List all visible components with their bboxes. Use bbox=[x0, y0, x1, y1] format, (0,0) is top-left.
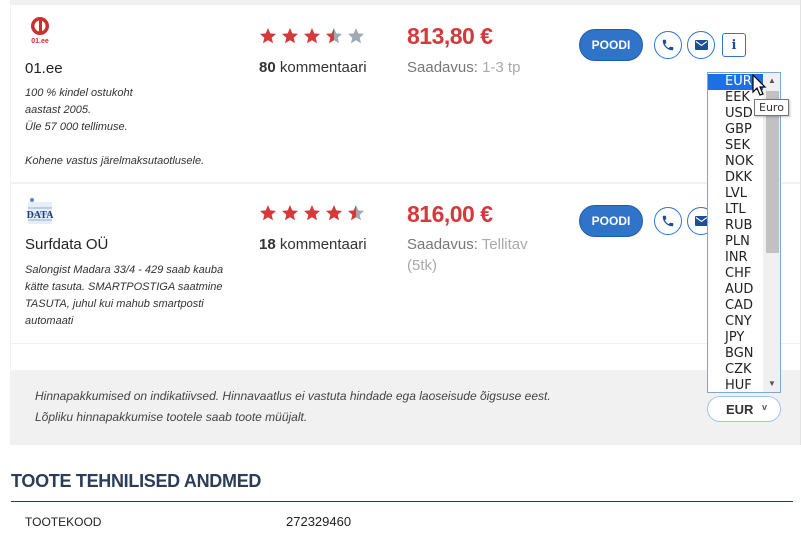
email-button[interactable] bbox=[687, 31, 715, 59]
price: 813,80 € bbox=[407, 23, 493, 49]
comment-count: 18 bbox=[259, 236, 276, 253]
currency-dropdown-list[interactable]: EUR EEK USD GBP SEK NOK DKK LVL LTL RUB PLN INR CHF A… bbox=[707, 72, 781, 393]
currency-option[interactable]: INR bbox=[708, 250, 763, 266]
comments-link[interactable]: 80 kommentaari bbox=[259, 59, 367, 76]
shop-description-line: TASUTA, juhul kui mahub smartposti bbox=[25, 298, 204, 310]
info-button[interactable]: i bbox=[722, 33, 746, 57]
currency-option[interactable]: SEK bbox=[708, 138, 763, 154]
shop-logo-surfdata[interactable]: DATA bbox=[25, 196, 55, 226]
spec-key: TOOTEKOOD bbox=[25, 515, 102, 529]
shop-logo-text: DATA bbox=[27, 210, 55, 221]
star-icon bbox=[260, 205, 276, 221]
currency-option[interactable]: BGN bbox=[708, 346, 763, 362]
shop-description-line: kätte tasuta. SMARTPOSTIGA saatmine bbox=[25, 281, 223, 293]
buy-button[interactable]: POODI bbox=[579, 29, 643, 61]
currency-option[interactable]: GBP bbox=[708, 122, 763, 138]
currency-option[interactable]: LTL bbox=[708, 202, 763, 218]
currency-option[interactable]: AUD bbox=[708, 282, 763, 298]
star-icon bbox=[326, 205, 342, 221]
envelope-icon bbox=[694, 216, 708, 226]
offer-row: 01.ee 01.ee 100 % kindel ostukoht aastas… bbox=[11, 5, 800, 182]
star-icon bbox=[348, 205, 364, 221]
info-icon: i bbox=[731, 37, 737, 53]
envelope-icon bbox=[694, 40, 708, 50]
section-title: TOOTE TEHNILISED ANDMED bbox=[11, 471, 262, 491]
buy-button[interactable]: POODI bbox=[579, 205, 643, 237]
currency-option[interactable]: CZK bbox=[708, 362, 763, 378]
availability-value: 1-3 tp bbox=[482, 59, 521, 76]
rating-stars bbox=[259, 27, 365, 45]
currency-tooltip: Euro bbox=[754, 99, 789, 116]
availability: Saadavus: Tellitav (5tk) bbox=[407, 234, 547, 276]
rating-stars bbox=[259, 204, 365, 222]
star-icon bbox=[282, 28, 298, 44]
chevron-down-icon: v bbox=[761, 402, 767, 412]
shop-description-line: Üle 57 000 tellimuse. bbox=[25, 121, 128, 133]
shop-description-line: 100 % kindel ostukoht bbox=[25, 87, 133, 99]
currency-option[interactable]: CNY bbox=[708, 314, 763, 330]
mouse-cursor-icon bbox=[752, 74, 767, 96]
phone-icon bbox=[662, 215, 674, 227]
shop-description-line bbox=[25, 136, 235, 153]
currency-option[interactable]: RUB bbox=[708, 218, 763, 234]
offers-panel: 01.ee 01.ee 100 % kindel ostukoht aastas… bbox=[10, 0, 801, 445]
section-divider bbox=[11, 501, 793, 502]
star-icon bbox=[282, 205, 298, 221]
currency-options: EUR EEK USD GBP SEK NOK DKK LVL LTL RUB PLN INR CHF A… bbox=[708, 74, 763, 392]
shop-description: Salongist Madara 33/4 - 429 saab kauba k… bbox=[25, 262, 235, 330]
currency-option[interactable]: HUF bbox=[708, 378, 763, 392]
shop-description-line: automaati bbox=[25, 315, 74, 327]
phone-button[interactable] bbox=[654, 31, 682, 59]
star-icon bbox=[348, 28, 364, 44]
comments-label: kommentaari bbox=[279, 236, 367, 253]
offer-list-spacer bbox=[11, 344, 800, 370]
currency-option[interactable]: JPY bbox=[708, 330, 763, 346]
currency-option[interactable]: NOK bbox=[708, 154, 763, 170]
shop-logo-01ee[interactable]: 01.ee bbox=[25, 15, 55, 45]
star-icon bbox=[326, 28, 342, 44]
price: 816,00 € bbox=[407, 201, 493, 227]
phone-icon bbox=[662, 39, 674, 51]
price-disclaimer: Hinnapakkumised on indikatiivsed. Hinnav… bbox=[35, 386, 695, 428]
shop-description-line: Salongist Madara 33/4 - 429 saab kauba bbox=[25, 264, 224, 276]
currency-select[interactable]: EUR v bbox=[707, 396, 781, 422]
star-icon bbox=[304, 28, 320, 44]
offer-row: DATA Surfdata OÜ Salongist Madara 33/4 -… bbox=[11, 184, 800, 343]
currency-option[interactable]: DKK bbox=[708, 170, 763, 186]
currency-option[interactable]: LVL bbox=[708, 186, 763, 202]
shop-name[interactable]: Surfdata OÜ bbox=[25, 236, 108, 253]
availability-label: Saadavus: bbox=[407, 236, 478, 253]
phone-button[interactable] bbox=[654, 207, 682, 235]
currency-option[interactable]: CHF bbox=[708, 266, 763, 282]
spec-value: 272329460 bbox=[286, 514, 352, 529]
disclaimer-line: Lõpliku hinnapakkumise tootele saab toot… bbox=[35, 410, 308, 424]
disclaimer-line: Hinnapakkumised on indikatiivsed. Hinnav… bbox=[35, 389, 551, 403]
currency-selected-value: EUR bbox=[726, 401, 754, 417]
star-icon bbox=[260, 28, 276, 44]
shop-logo-text: 01.ee bbox=[31, 38, 49, 45]
shop-description-line: Kohene vastus järelmaksutaotlusele. bbox=[25, 155, 205, 167]
comments-link[interactable]: 18 kommentaari bbox=[259, 236, 367, 253]
currency-option[interactable]: PLN bbox=[708, 234, 763, 250]
availability-label: Saadavus: bbox=[407, 59, 478, 76]
shop-description: 100 % kindel ostukoht aastast 2005. Üle … bbox=[25, 85, 235, 170]
star-icon bbox=[304, 205, 320, 221]
availability: Saadavus: 1-3 tp bbox=[407, 57, 547, 78]
currency-option[interactable]: CAD bbox=[708, 298, 763, 314]
shop-description-line: aastast 2005. bbox=[25, 104, 92, 116]
comment-count: 80 bbox=[259, 59, 276, 76]
comments-label: kommentaari bbox=[279, 59, 367, 76]
scroll-down-arrow-icon[interactable]: ▼ bbox=[763, 377, 780, 391]
shop-name[interactable]: 01.ee bbox=[25, 60, 63, 77]
